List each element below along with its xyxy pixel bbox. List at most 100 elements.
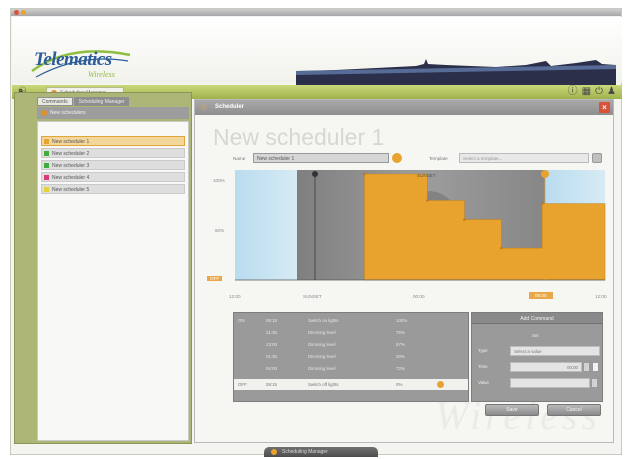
table-cell-time: 08:15 [266,318,277,323]
table-cell-time: 01:30 [266,354,277,359]
tab-scheduling-manager[interactable]: Scheduling Manager [73,97,130,106]
table-cell-time: 23:00 [266,342,277,347]
tab-commands[interactable]: Commands [37,97,73,106]
y-tick-label: 60% [215,228,225,233]
scheduler-color-swatch [44,187,49,192]
sidebar: Commands Scheduling Manager New schedule… [14,92,192,444]
city-skyline-icon [296,59,616,85]
step-point[interactable] [540,202,544,205]
add-command-subtitle: Set [532,333,539,338]
add-command-title: Add Command [520,316,554,322]
window-titlebar [11,9,621,16]
end-marker-handle[interactable] [541,170,549,178]
table-cell-level: 0% [396,382,403,387]
x-tick-label: 12:00 [229,294,241,299]
value-field[interactable] [510,378,590,388]
step-point[interactable] [363,172,366,176]
value-label: Value [478,380,489,385]
scheduler-panel: ☼ Scheduler × Wireless New scheduler 1 N… [194,99,614,443]
table-row[interactable]: OFF 08:15 Switch off lights 0% [234,379,468,390]
template-label: Template [429,156,448,161]
sidebar-header-label: New schedulers [50,110,86,116]
x-tick-label[interactable]: 06:00 [529,292,553,299]
table-row[interactable]: 01:30 Dimming level 30% [234,351,468,362]
time-field[interactable]: 00:00 [510,362,582,372]
value-stepper[interactable] [591,378,598,388]
list-item-label: New scheduler 1 [52,139,90,145]
table-row[interactable]: 23:00 Dimming level 57% [234,339,468,350]
table-cell-cmd: Switch off lights [308,382,339,387]
header-banner: Telematics Wireless [12,17,622,85]
list-item[interactable]: New scheduler 3 [41,160,185,170]
table-cell-cmd: Dimming level [308,330,336,335]
table-row[interactable]: 21:30 Dimming level 75% [234,327,468,338]
x-tick-label: 12:00 [595,294,607,299]
list-item-label: New scheduler 4 [52,175,90,181]
name-label: Name [233,156,246,161]
grid-icon[interactable]: ▦ [582,86,591,98]
table-row[interactable]: 04:00 Dimming level 72% [234,363,468,374]
cancel-button[interactable]: Cancel [547,404,601,416]
template-select[interactable]: Select a template... [459,153,589,163]
name-field[interactable]: New scheduler 1 [253,153,389,163]
logo-text: Telematics [34,49,112,70]
table-cell-cmd: Dimming level [308,342,336,347]
name-color-button[interactable] [392,153,402,163]
table-cell-cmd: Dimming level [308,366,336,371]
scheduler-color-swatch [44,151,49,156]
scheduler-icon: ☼ [199,101,210,113]
type-label: Type [478,348,488,353]
schedule-chart: 100% 60% OFF SUNSET 12:00 SUNSET 00:00 0… [199,170,611,300]
table-row[interactable]: ON 08:15 Switch on lights 100% [234,315,468,326]
sidebar-header[interactable]: New schedulers [37,107,189,119]
list-item[interactable]: New scheduler 2 [41,148,185,158]
footer-tab-label: Scheduling Manager [282,449,328,455]
table-cell-num: OFF [238,382,247,387]
scheduler-list: New scheduler 1 New scheduler 2 New sche… [37,121,189,441]
close-icon[interactable]: × [599,102,610,113]
table-cell-cmd: Dimming level [308,354,336,359]
time-stepper[interactable] [583,362,590,372]
list-item-label: New scheduler 2 [52,151,90,157]
list-item-label: New scheduler 5 [52,187,90,193]
add-command-header: Add Command [472,313,602,324]
list-item[interactable]: New scheduler 5 [41,184,185,194]
table-cell-time: 08:15 [266,382,277,387]
step-point[interactable] [500,247,503,250]
help-icon[interactable]: ⓘ [568,86,578,98]
schedule-chart-svg [235,170,606,281]
time-label: Time [478,364,488,369]
users-icon[interactable]: ♟ [607,86,616,98]
x-tick-label: 00:00 [413,294,425,299]
power-icon[interactable]: ⏻ [595,86,603,98]
table-cell-level: 30% [396,354,405,359]
type-select[interactable]: Select a value [510,346,600,356]
time-picker-button[interactable] [592,362,599,372]
save-button[interactable]: Save [485,404,539,416]
start-marker-handle[interactable] [312,171,318,177]
footer-tab[interactable]: Scheduling Manager [264,447,378,457]
scheduler-color-swatch [44,163,49,168]
list-item[interactable]: New scheduler 4 [41,172,185,182]
table-cell-level: 57% [396,342,405,347]
table-cell-level: 100% [396,318,408,323]
scheduler-panel-header: ☼ Scheduler × [195,100,613,115]
row-edit-icon[interactable] [437,381,444,388]
window-close-dot[interactable] [14,10,19,15]
scheduler-color-swatch [44,175,49,180]
panel-title: Scheduler [215,104,245,110]
sidebar-tabs: Commands Scheduling Manager [37,97,130,106]
step-point[interactable] [463,218,466,221]
new-scheduler-icon [41,110,47,116]
list-item[interactable]: New scheduler 1 [41,136,185,146]
chart-day-background-left [235,170,297,280]
x-tick-label: SUNSET [303,294,322,299]
table-cell-cmd: Switch on lights [308,318,339,323]
table-cell-time: 21:30 [266,330,277,335]
toolbar-icons: ⓘ ▦ ⏻ ♟ [568,86,616,98]
window-minimize-dot[interactable] [21,10,26,15]
y-tick-label: OFF [207,276,223,281]
step-point[interactable] [426,199,429,202]
template-dropdown-button[interactable] [592,153,602,163]
footer-tab-icon [271,449,277,455]
